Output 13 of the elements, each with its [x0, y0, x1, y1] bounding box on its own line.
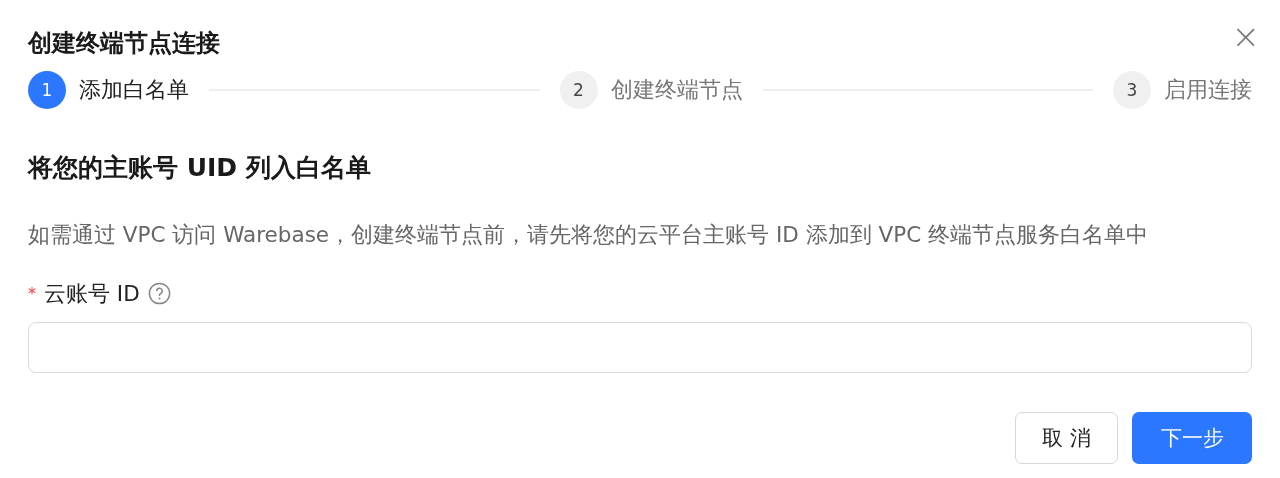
required-mark: *: [28, 284, 36, 303]
description-text: 如需通过 VPC 访问 Warebase，创建终端节点前，请先将您的云平台主账号 ID 添加到 VPC 终端节点服务白名单中: [28, 221, 1149, 249]
section-heading: 将您的主账号 UID 列入白名单: [28, 152, 372, 184]
field-label: 云账号 ID: [44, 280, 140, 308]
cancel-button[interactable]: 取 消: [1015, 412, 1118, 464]
step-item[interactable]: 1 添加白名单: [28, 71, 189, 109]
close-button[interactable]: ×: [1231, 19, 1260, 53]
step-item[interactable]: 3 启用连接: [1113, 71, 1252, 109]
next-button[interactable]: 下一步: [1132, 412, 1252, 464]
step-item[interactable]: 2 创建终端节点: [559, 71, 743, 109]
account-id-input[interactable]: [28, 322, 1252, 373]
dialog-title: 创建终端节点连接: [28, 28, 220, 59]
help-icon[interactable]: [147, 282, 171, 305]
